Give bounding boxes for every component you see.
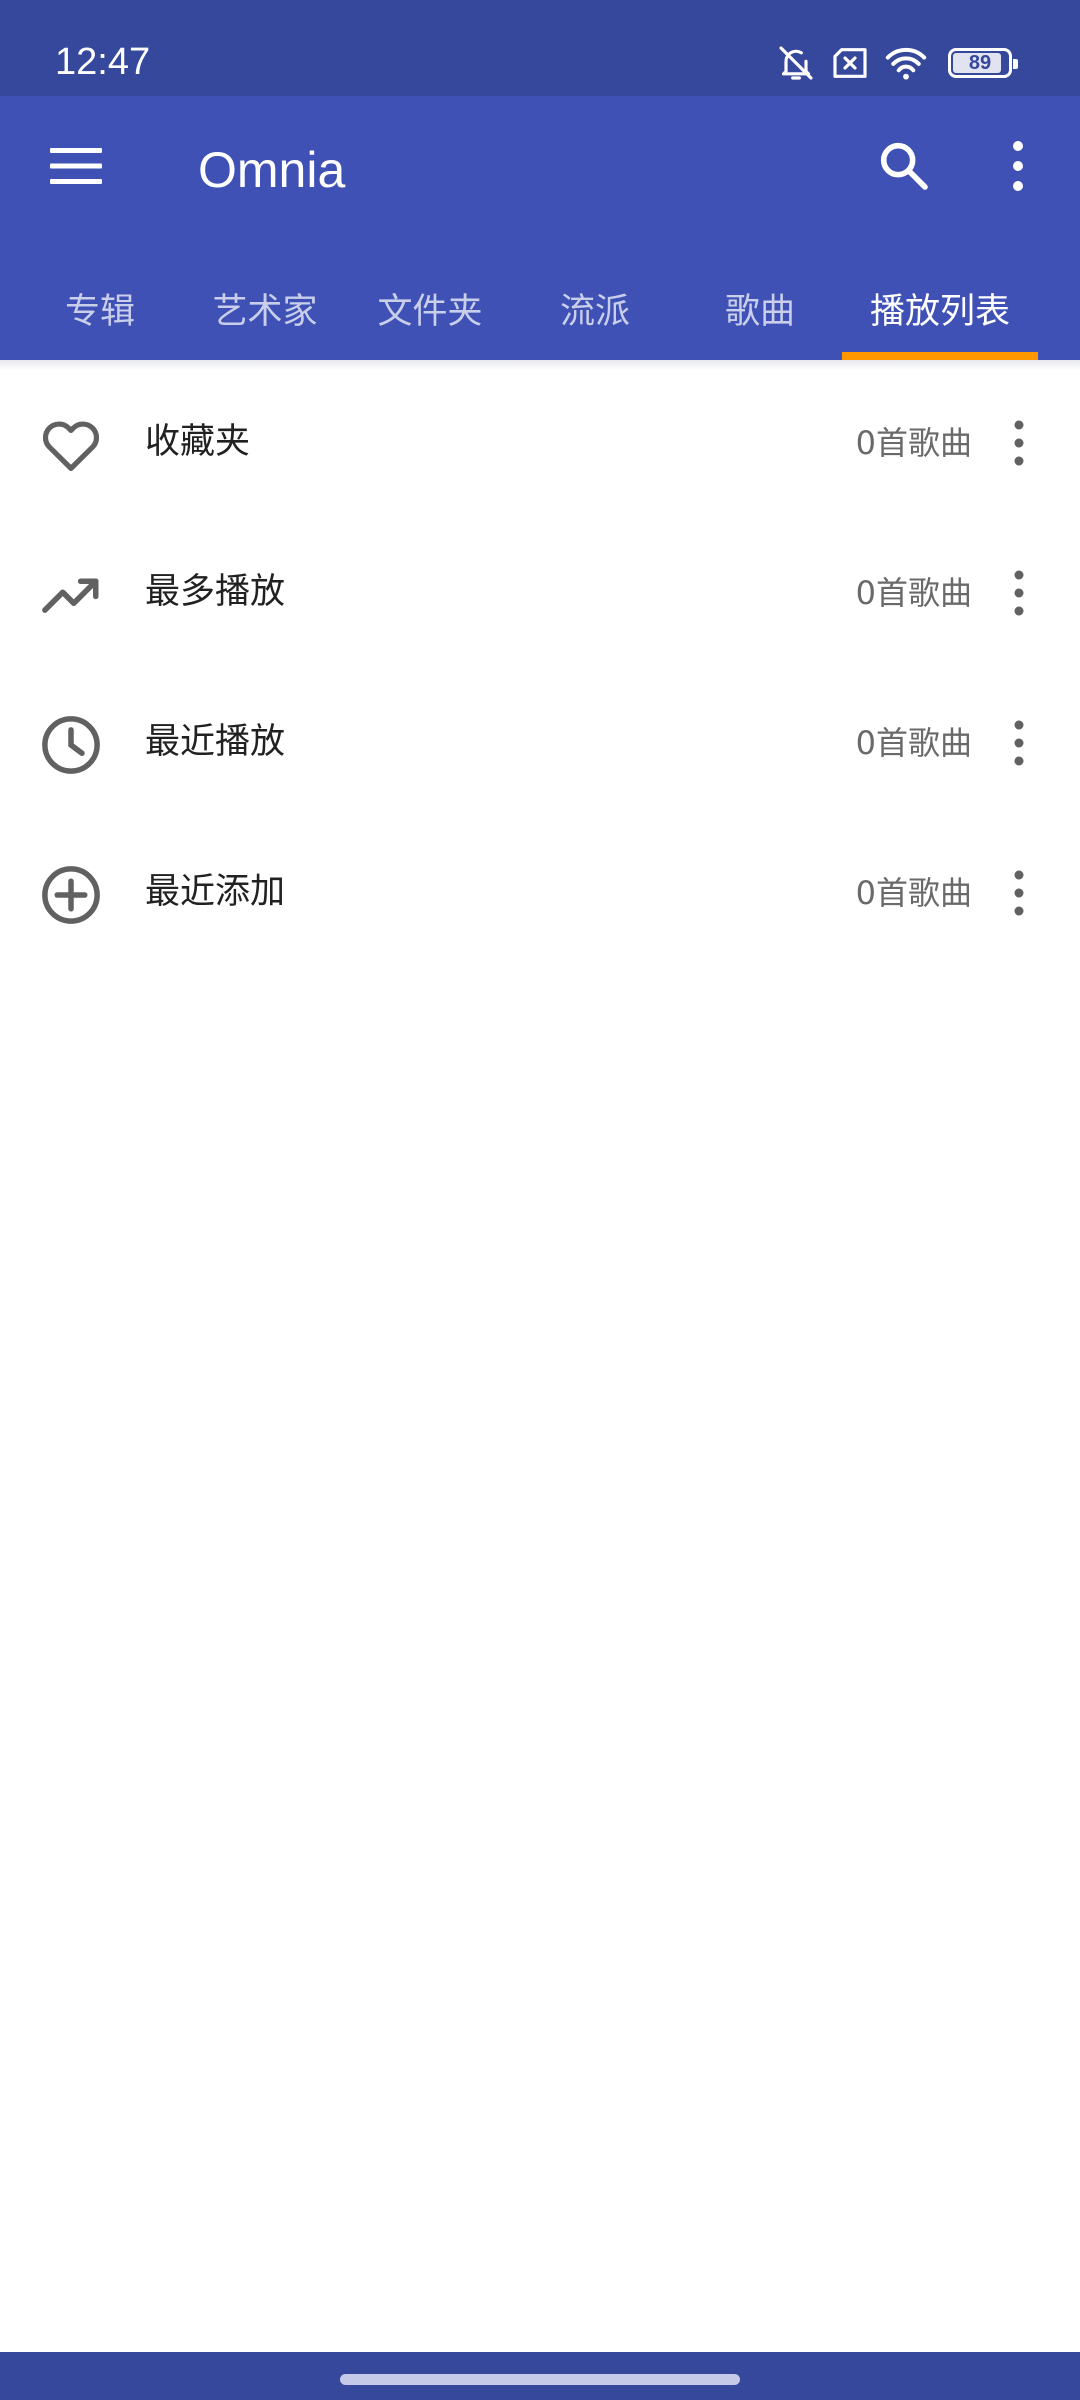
battery-tip — [1013, 59, 1018, 69]
more-vert-icon — [1011, 870, 1027, 920]
tab-playlists[interactable]: 播放列表 — [842, 256, 1038, 360]
battery-icon: 89 — [948, 48, 1018, 78]
search-icon — [876, 138, 932, 198]
tab-indicator — [842, 352, 1038, 360]
search-button[interactable] — [862, 126, 946, 210]
more-vert-icon — [1011, 720, 1027, 770]
playlist-count: 0首歌曲 — [855, 424, 972, 462]
playlist-row-most-played[interactable]: 最多播放 0首歌曲 — [0, 520, 1080, 670]
heart-outline-icon — [36, 410, 106, 480]
tab-artists[interactable]: 艺术家 — [185, 256, 345, 360]
trending-up-icon — [36, 560, 106, 630]
bell-off-icon — [776, 43, 816, 83]
tab-folders[interactable]: 文件夹 — [350, 256, 510, 360]
wifi-icon — [884, 43, 928, 83]
playlist-more-button[interactable] — [984, 560, 1054, 630]
app-title: Omnia — [198, 142, 346, 198]
playlist-name: 收藏夹 — [145, 422, 251, 462]
tab-songs[interactable]: 歌曲 — [680, 256, 840, 360]
navigation-bar — [0, 2352, 1080, 2400]
playlist-row-recently-played[interactable]: 最近播放 0首歌曲 — [0, 670, 1080, 820]
playlist-name: 最近添加 — [145, 872, 286, 912]
playlist-list: 收藏夹 0首歌曲 最多播放 0首歌曲 最近播放 0首歌曲 最近添加 0首歌曲 — [0, 370, 1080, 970]
tab-genres[interactable]: 流派 — [515, 256, 675, 360]
status-time: 12:47 — [55, 41, 151, 83]
playlist-more-button[interactable] — [984, 860, 1054, 930]
playlist-more-button[interactable] — [984, 410, 1054, 480]
more-vert-icon — [1011, 420, 1027, 470]
tab-bar: 专辑 艺术家 文件夹 流派 歌曲 播放列表 — [0, 256, 1080, 360]
playlist-name: 最近播放 — [145, 722, 286, 762]
battery-level: 89 — [968, 52, 992, 74]
add-circle-icon — [36, 860, 106, 930]
status-icons: 89 — [776, 38, 1018, 88]
tab-albums[interactable]: 专辑 — [20, 256, 180, 360]
playlist-name: 最多播放 — [145, 572, 286, 612]
app-bar-shadow — [0, 360, 1080, 370]
playlist-count: 0首歌曲 — [855, 724, 972, 762]
menu-button[interactable] — [30, 126, 122, 210]
app-bar: Omnia 专辑 艺术家 文件夹 流派 歌曲 播放列表 — [0, 96, 1080, 360]
sim-off-icon — [830, 43, 870, 83]
playlist-count: 0首歌曲 — [855, 874, 972, 912]
menu-icon — [50, 146, 102, 190]
status-bar: 12:47 89 — [0, 0, 1080, 96]
playlist-row-recently-added[interactable]: 最近添加 0首歌曲 — [0, 820, 1080, 970]
clock-icon — [36, 710, 106, 780]
overflow-menu-button[interactable] — [976, 126, 1060, 210]
home-gesture-handle[interactable] — [340, 2374, 740, 2385]
playlist-count: 0首歌曲 — [855, 574, 972, 612]
more-vert-icon — [1011, 570, 1027, 620]
playlist-row-favorites[interactable]: 收藏夹 0首歌曲 — [0, 370, 1080, 520]
more-vert-icon — [1008, 140, 1028, 196]
playlist-more-button[interactable] — [984, 710, 1054, 780]
